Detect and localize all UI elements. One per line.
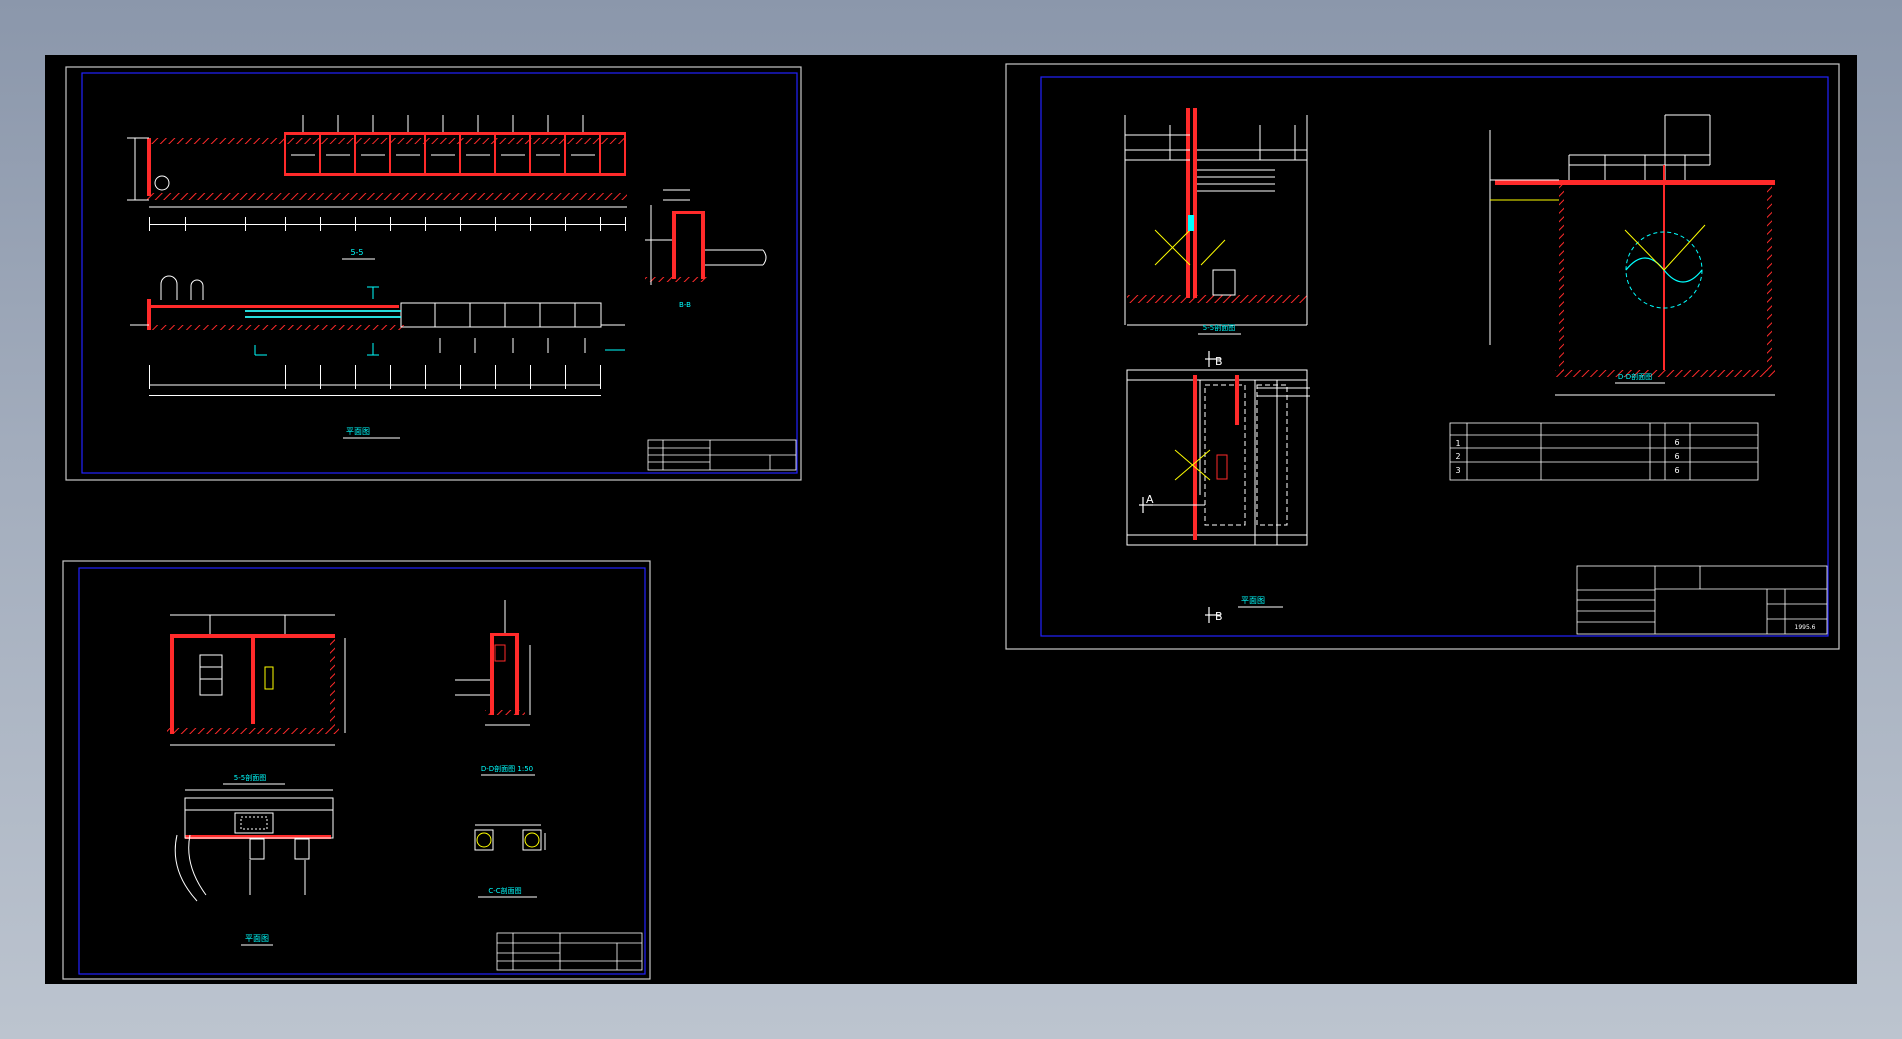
sheet-1-plan-label: 平面图 xyxy=(346,427,370,436)
sheet-3-plan xyxy=(1126,351,1310,623)
sheet-3-title-block-date: 1995.6 xyxy=(1795,624,1816,631)
sheet-3-section-b-label: D-D剖面图 xyxy=(1618,372,1652,381)
drawing-viewport[interactable]: 5-5 平面图 B-B 5-5剖面图 平面图 D-D剖面图 1:50 C-C剖面… xyxy=(45,55,1857,984)
sheet-3[interactable]: 5-5剖面图 D-D剖面图 B B A 平面图 1 2 3 6 6 6 1995… xyxy=(1005,63,1840,650)
table-cell: 6 xyxy=(1674,452,1679,461)
sheet-2-section xyxy=(167,614,346,746)
table-cell: 6 xyxy=(1674,438,1679,447)
sheet-1[interactable]: 5-5 平面图 B-B xyxy=(65,66,802,481)
sheet-1-plan xyxy=(130,275,625,396)
sheet-2-plan xyxy=(174,789,334,902)
sheet-1-section-label: 5-5 xyxy=(350,248,363,257)
drawing-canvas: 5-5 平面图 B-B 5-5剖面图 平面图 D-D剖面图 1:50 C-C剖面… xyxy=(62,63,1840,980)
sheet-2-title-block xyxy=(496,932,643,971)
sheet-2-section-label: 5-5剖面图 xyxy=(234,773,266,782)
sheet-1-detail xyxy=(645,189,767,285)
table-cell: 6 xyxy=(1674,466,1679,475)
sheet-3-plan-label: 平面图 xyxy=(1241,596,1265,605)
sheet-1-title-block xyxy=(647,439,797,471)
sheet-3-marker-b-bottom: B xyxy=(1215,610,1223,623)
sheet-3-section-a-label: 5-5剖面图 xyxy=(1203,323,1235,332)
sheet-2-detail-2 xyxy=(474,824,546,851)
sheet-3-section-b xyxy=(1489,114,1775,396)
table-row: 2 xyxy=(1455,452,1460,461)
sheet-3-section-a xyxy=(1124,108,1308,326)
sheet-2-detail-2-label: C-C剖面图 xyxy=(488,886,521,895)
sheet-1-detail-label: B-B xyxy=(679,301,691,309)
sheet-3-title-block xyxy=(1576,565,1828,635)
sheet-2[interactable]: 5-5剖面图 平面图 D-D剖面图 1:50 C-C剖面图 xyxy=(62,560,651,980)
table-row: 1 xyxy=(1455,439,1460,448)
sheet-2-plan-label: 平面图 xyxy=(245,934,269,943)
sheet-2-detail xyxy=(455,600,531,726)
sheet-1-section xyxy=(127,115,627,231)
table-row: 3 xyxy=(1455,466,1460,475)
sheet-2-detail-label: D-D剖面图 1:50 xyxy=(481,764,533,773)
sheet-3-equipment-table: 1 2 3 6 6 6 xyxy=(1449,422,1759,481)
sheet-3-marker-a: A xyxy=(1146,493,1154,506)
sheet-3-marker-b-top: B xyxy=(1215,355,1223,368)
